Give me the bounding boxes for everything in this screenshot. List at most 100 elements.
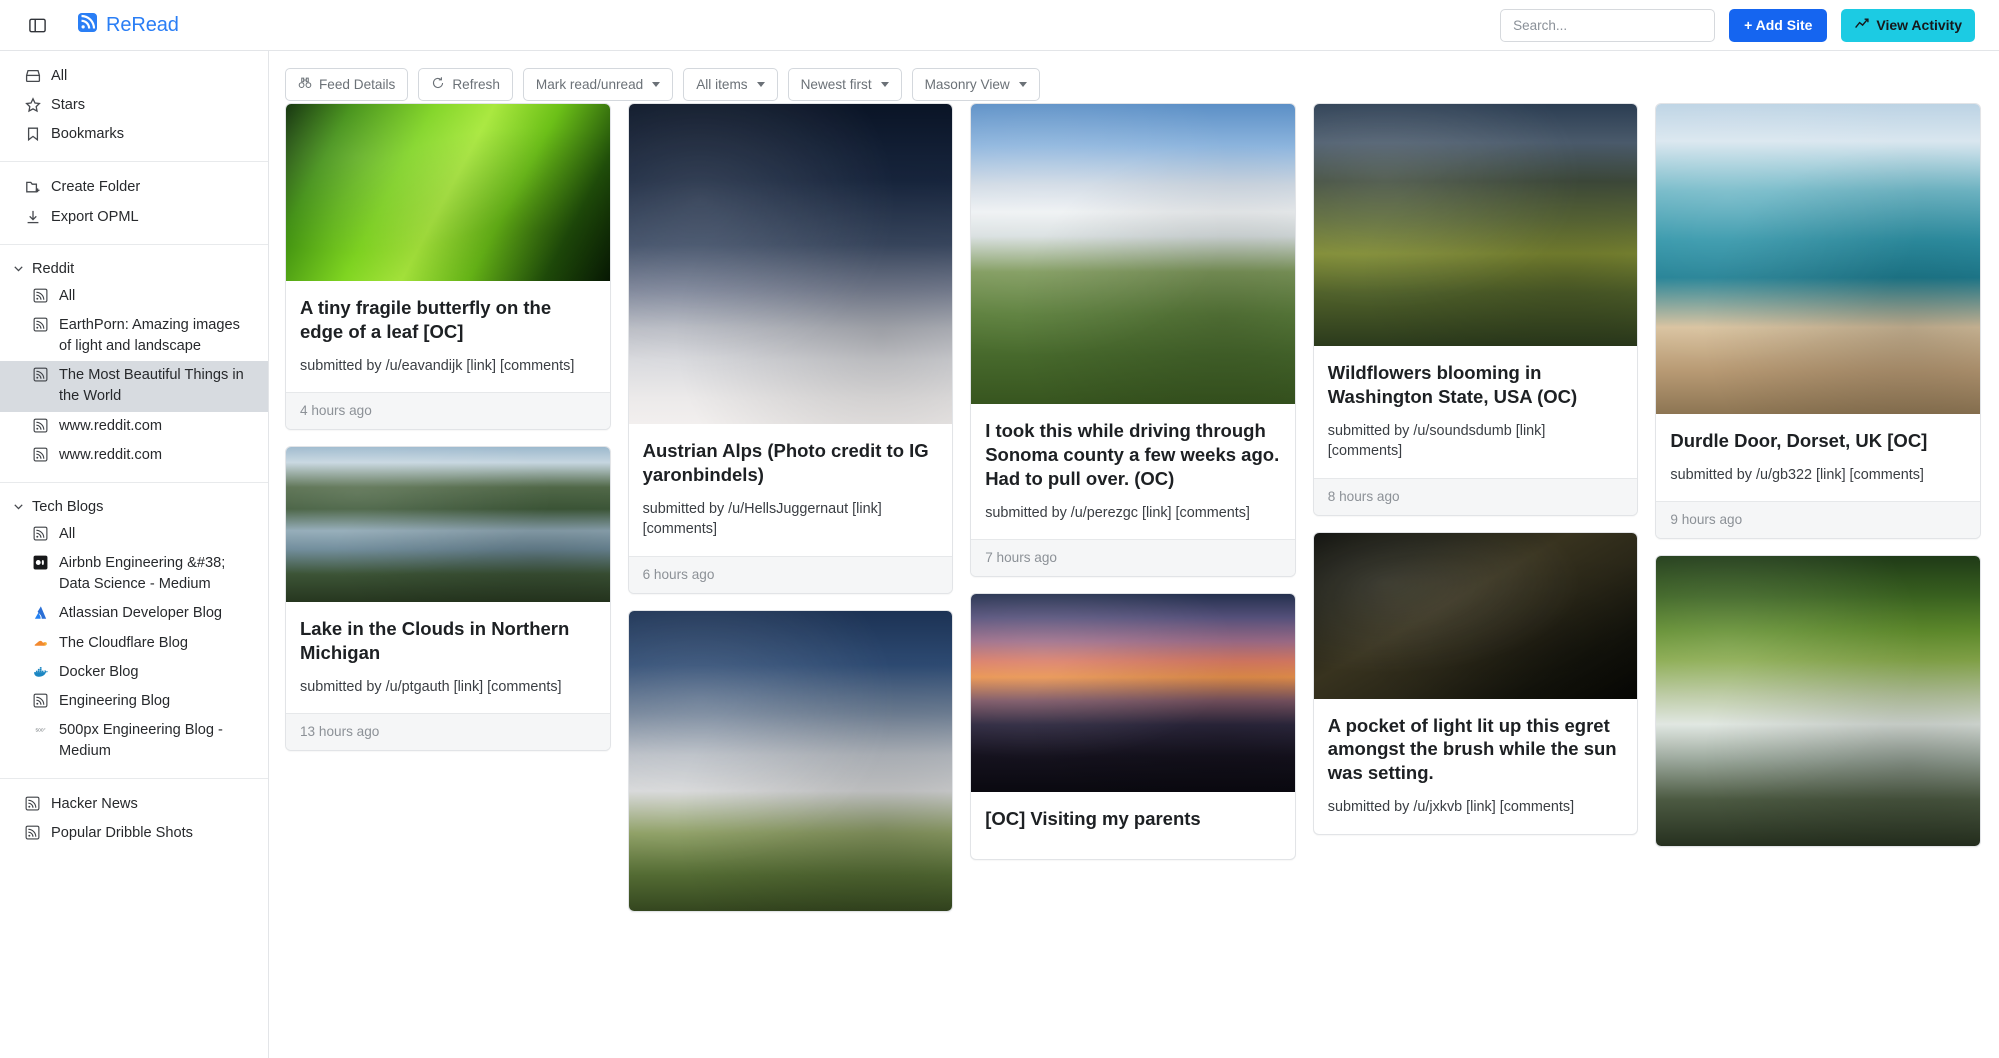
rss-icon [78, 13, 97, 37]
egret-in-brush-photo[interactable] [1313, 532, 1638, 699]
article-title[interactable]: Durdle Door, Dorset, UK [OC] [1670, 429, 1966, 453]
ashton-memorial-dome-photo[interactable] [628, 610, 953, 911]
view-mode-dropdown[interactable]: Masonry View [911, 67, 1040, 101]
refresh-label: Refresh [452, 76, 500, 92]
create-folder-button[interactable]: Create Folder [0, 173, 268, 202]
mark-read-unread-dropdown[interactable]: Mark read/unread [522, 67, 674, 101]
sidebar-item-label: Stars [51, 97, 86, 114]
search-input[interactable] [1500, 8, 1716, 42]
sidebar-feed-earthporn[interactable]: EarthPorn: Amazing images of light and l… [0, 311, 268, 361]
folder-header-tech-blogs[interactable]: Tech Blogs [0, 494, 268, 520]
sidebar-feed-reddit-com-2[interactable]: www.reddit.com [0, 441, 268, 470]
sidebar-quick-group: All Stars Bookmarks [0, 51, 268, 163]
sidebar-feed-engineering-blog[interactable]: Engineering Blog [0, 687, 268, 716]
article-card[interactable]: Wildflowers blooming in Washington State… [1312, 103, 1639, 516]
durdle-door-dorset-photo[interactable] [1656, 104, 1980, 414]
export-opml-button[interactable]: Export OPML [0, 203, 268, 232]
masonry-column: I took this while driving through Sonoma… [970, 103, 1296, 1058]
view-mode-label: Masonry View [924, 76, 1010, 92]
feed-label: EarthPorn: Amazing images of light and l… [59, 316, 240, 355]
chevron-down-icon [880, 81, 889, 87]
sidebar-feed-tech-all[interactable]: All [0, 520, 268, 549]
folder-header-reddit[interactable]: Reddit [0, 256, 268, 282]
view-activity-button[interactable]: View Activity [1841, 8, 1975, 42]
folder-plus-icon [25, 177, 44, 195]
sidebar-item-label: All [51, 68, 68, 84]
article-title[interactable]: A tiny fragile butterfly on the edge of … [300, 296, 596, 344]
sidebar-feed-popular-dribble-shots[interactable]: Popular Dribble Shots [0, 819, 268, 848]
article-title[interactable]: Austrian Alps (Photo credit to IG yaronb… [643, 439, 939, 487]
article-card[interactable]: Austrian Alps (Photo credit to IG yaronb… [627, 103, 954, 594]
masonry-column: Austrian Alps (Photo credit to IG yaronb… [627, 103, 954, 1058]
article-card[interactable]: Lake in the Clouds in Northern Michigan … [285, 446, 611, 752]
sidebar-folder-tech-blogs: Tech Blogs All Airbnb Engineering &#38; … [0, 483, 268, 780]
cloudflare-icon [33, 633, 52, 650]
brand-logo[interactable]: ReRead [78, 13, 179, 37]
feed-label: Airbnb Engineering &#38; Data Science - … [59, 555, 226, 593]
add-site-button[interactable]: + Add Site [1729, 8, 1828, 42]
sidebar-feed-airbnb-engineering[interactable]: Airbnb Engineering &#38; Data Science - … [0, 549, 268, 599]
article-card[interactable] [627, 609, 954, 912]
article-card[interactable]: A pocket of light lit up this egret amon… [1312, 531, 1639, 835]
rss-icon [25, 794, 44, 811]
article-body: A pocket of light lit up this egret amon… [1314, 699, 1638, 834]
rss-icon [33, 445, 52, 462]
feed-label: 500px Engineering Blog - Medium [59, 721, 223, 760]
article-submitted: submitted by /u/jxkvb [link] [comments] [1327, 799, 1575, 816]
inbox-icon [25, 66, 44, 84]
sidebar-item-stars[interactable]: Stars [0, 91, 268, 120]
sonoma-county-field-photo[interactable] [971, 104, 1295, 404]
article-title[interactable]: A pocket of light lit up this egret amon… [1328, 714, 1624, 786]
folder-label: Tech Blogs [32, 498, 104, 515]
sidebar-feed-reddit-all[interactable]: All [0, 282, 268, 311]
sidebar-item-all[interactable]: All [0, 62, 268, 91]
sidebar-feed-atlassian[interactable]: Atlassian Developer Blog [0, 599, 268, 628]
sidebar-feed-reddit-com-1[interactable]: www.reddit.com [0, 412, 268, 441]
chevron-down-icon [12, 262, 25, 275]
article-title[interactable]: [OC] Visiting my parents [985, 807, 1281, 831]
refresh-button[interactable]: Refresh [418, 67, 513, 101]
sidebar-feed-hacker-news[interactable]: Hacker News [0, 790, 268, 819]
sidebar-toggle-icon[interactable] [26, 14, 48, 36]
feed-label: Popular Dribble Shots [51, 825, 193, 842]
butterfly-on-leaf-photo[interactable] [286, 104, 610, 281]
article-title[interactable]: Wildflowers blooming in Washington State… [1328, 361, 1624, 409]
article-title[interactable]: I took this while driving through Sonoma… [985, 419, 1281, 491]
feed-label: The Most Beautiful Things in the World [59, 367, 244, 405]
article-card[interactable]: Durdle Door, Dorset, UK [OC] submitted b… [1655, 103, 1981, 540]
sort-order-dropdown[interactable]: Newest first [787, 67, 902, 101]
chevron-down-icon [12, 500, 25, 513]
article-card[interactable] [1655, 555, 1981, 848]
article-body: Wildflowers blooming in Washington State… [1314, 346, 1638, 478]
article-card[interactable]: [OC] Visiting my parents [970, 593, 1296, 860]
sidebar-item-bookmarks[interactable]: Bookmarks [0, 120, 268, 149]
rss-icon [33, 691, 52, 708]
mark-read-unread-label: Mark read/unread [535, 76, 644, 92]
chevron-down-icon [756, 81, 765, 87]
wildflowers-washington-photo[interactable] [1313, 104, 1638, 346]
medium-icon [33, 553, 52, 570]
svg-text:500°: 500° [35, 727, 45, 733]
sidebar-feed-most-beautiful-things[interactable]: The Most Beautiful Things in the World [0, 361, 268, 412]
feed-toolbar: Feed Details Refresh Mark read/unread Al… [270, 51, 1999, 103]
article-card[interactable]: A tiny fragile butterfly on the edge of … [285, 103, 611, 431]
sidebar-feed-cloudflare[interactable]: The Cloudflare Blog [0, 629, 268, 658]
austrian-alps-photo[interactable] [628, 104, 953, 424]
feed-details-button[interactable]: Feed Details [285, 67, 409, 101]
forest-waterfall-photo[interactable] [1656, 556, 1980, 847]
sunset-from-parents-house-photo[interactable] [971, 594, 1295, 793]
download-icon [25, 207, 44, 225]
lake-in-clouds-photo[interactable] [286, 447, 610, 603]
article-card[interactable]: I took this while driving through Sonoma… [970, 103, 1296, 578]
article-submitted: submitted by /u/perezgc [link] [comments… [985, 504, 1250, 521]
sidebar-feed-500px-engineering[interactable]: 500° 500px Engineering Blog - Medium [0, 716, 268, 766]
sidebar-loose-feeds: Hacker News Popular Dribble Shots [0, 779, 268, 860]
sidebar-folder-reddit: Reddit All EarthPorn: Amazing images of … [0, 245, 268, 483]
sidebar-feed-docker[interactable]: Docker Blog [0, 658, 268, 687]
brand-title: ReRead [106, 13, 179, 36]
filter-items-dropdown[interactable]: All items [683, 67, 778, 101]
article-title[interactable]: Lake in the Clouds in Northern Michigan [300, 617, 596, 665]
article-body: I took this while driving through Sonoma… [971, 404, 1295, 539]
main-content: Feed Details Refresh Mark read/unread Al… [270, 51, 1999, 1058]
feed-label: www.reddit.com [59, 446, 162, 463]
